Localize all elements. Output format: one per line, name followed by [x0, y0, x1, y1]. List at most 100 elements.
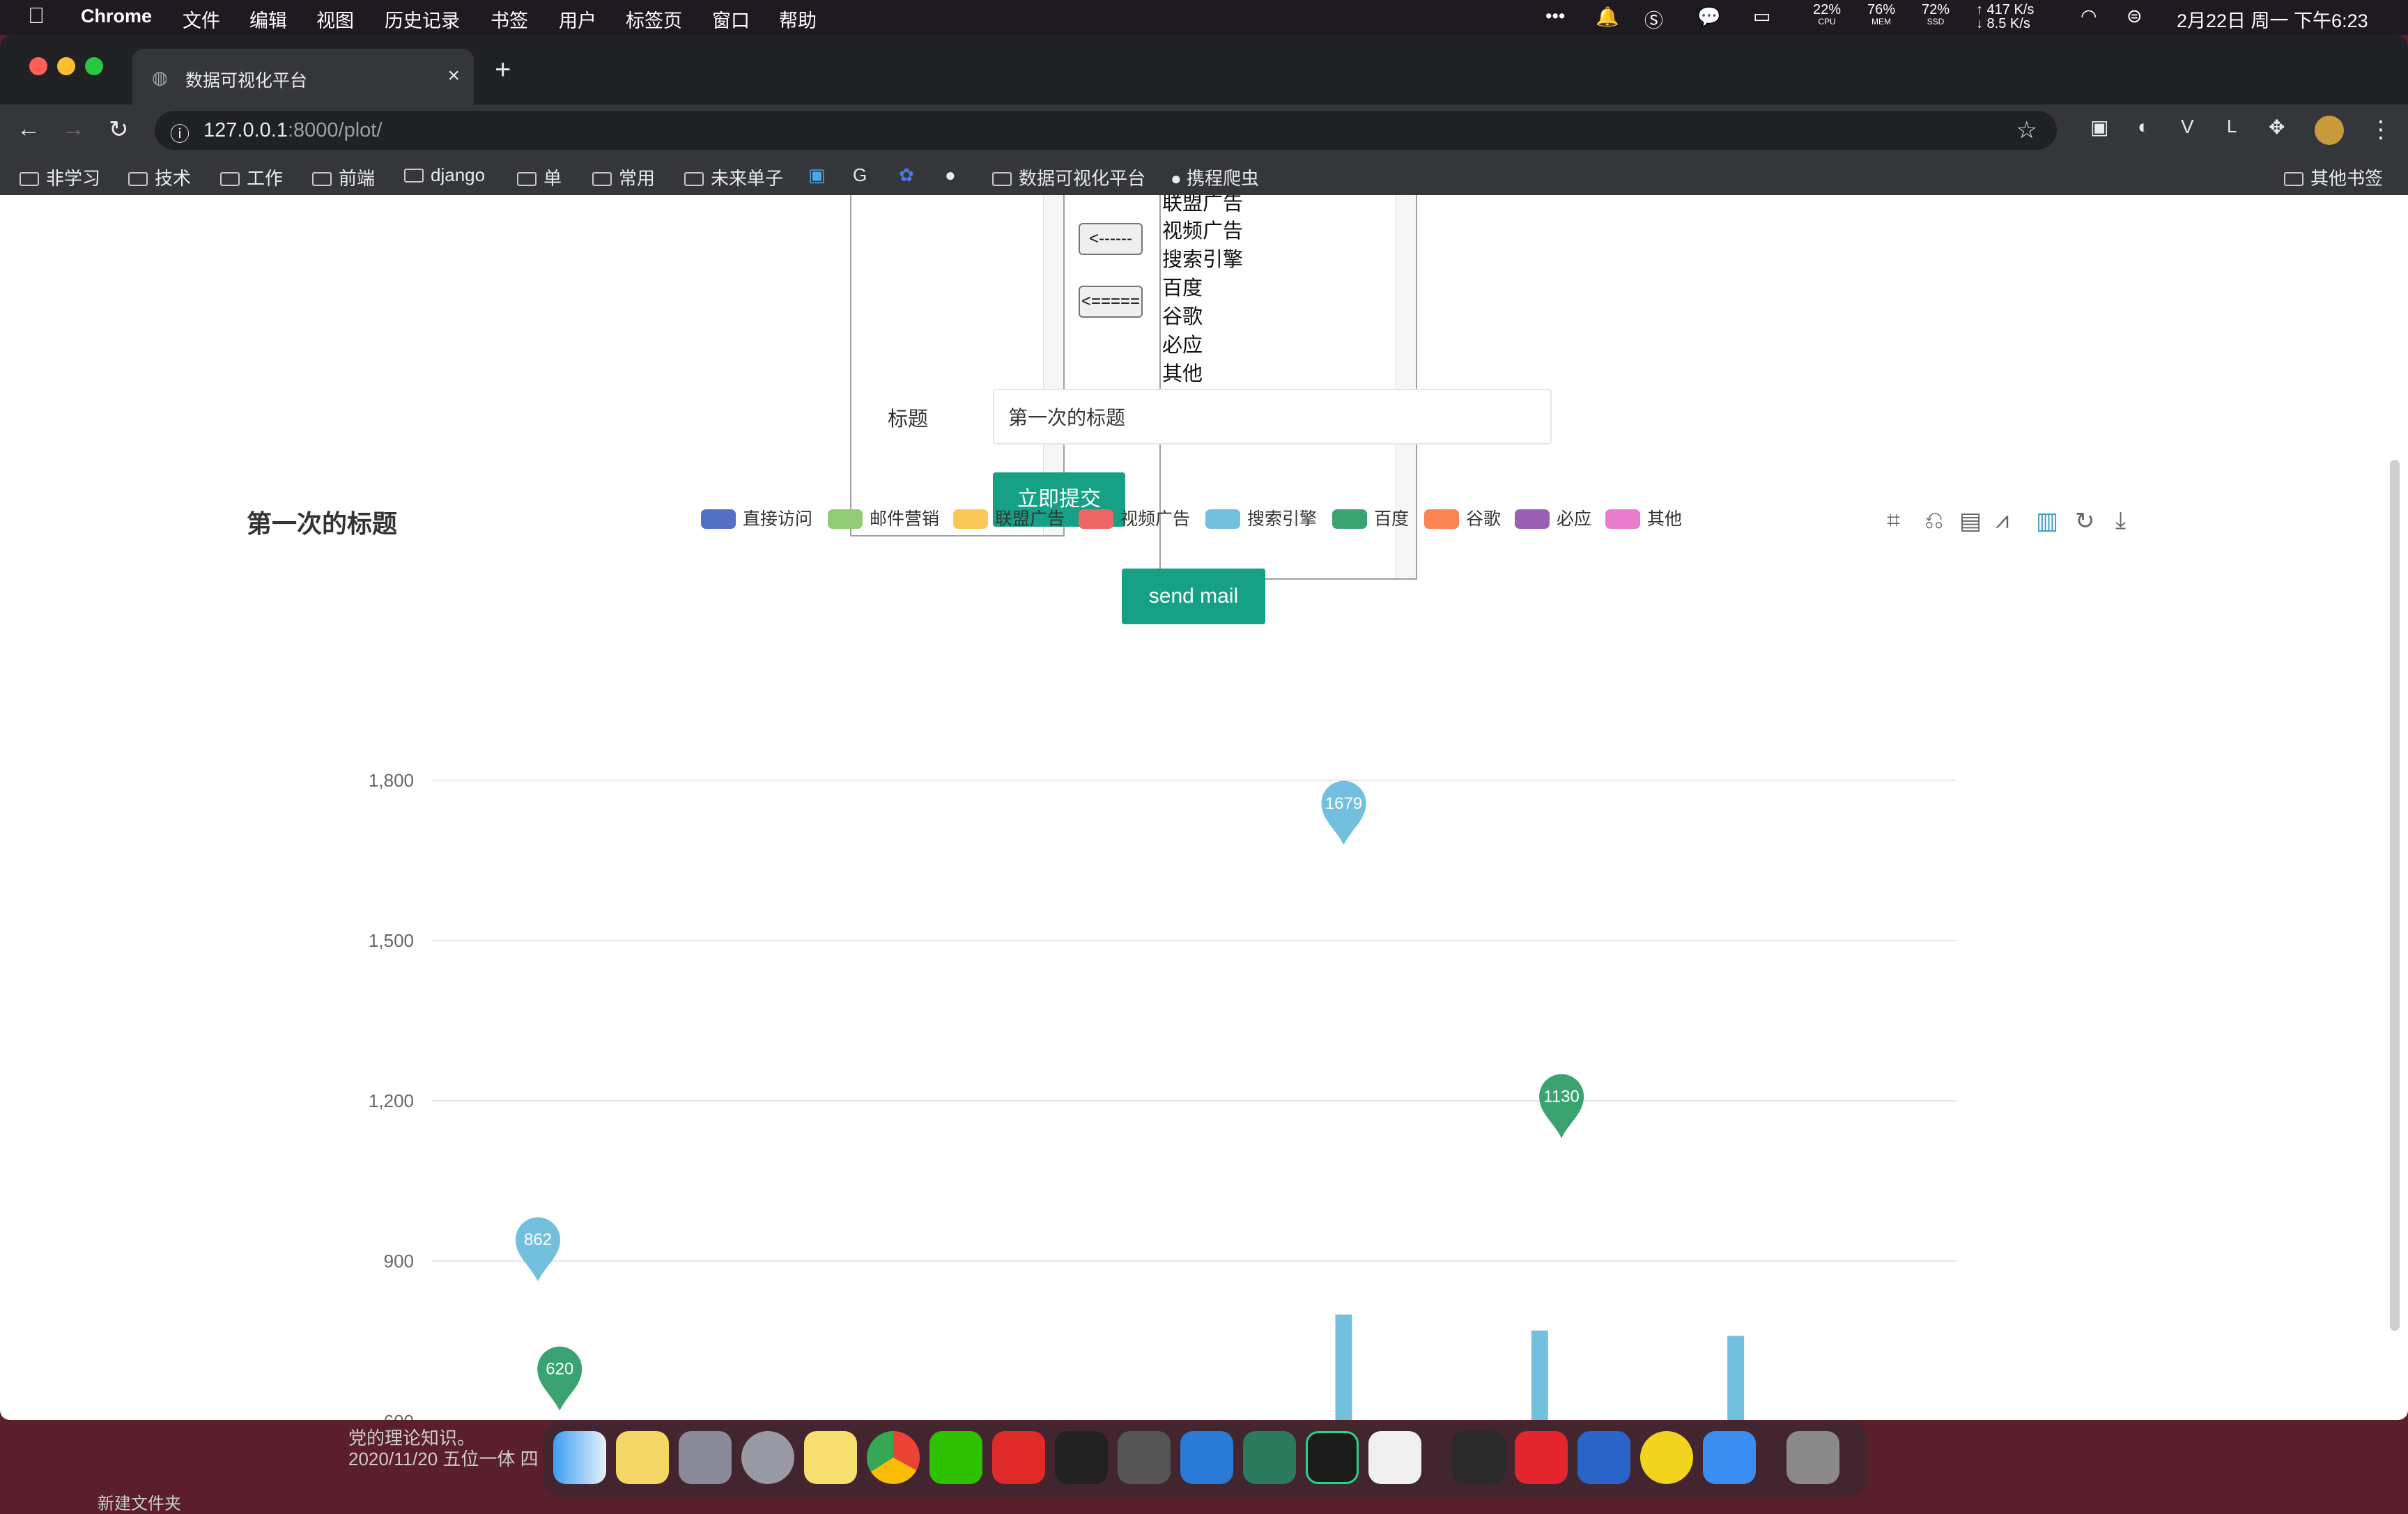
folder-icon [592, 172, 612, 186]
menu-edit[interactable]: 编辑 [249, 6, 287, 33]
youdao-icon[interactable] [1515, 1431, 1568, 1484]
bell-icon[interactable]: 🔔 [1596, 6, 1619, 28]
qq-icon[interactable] [1055, 1431, 1108, 1484]
ei-icon[interactable] [1118, 1431, 1171, 1484]
vscode-icon[interactable] [1180, 1431, 1233, 1484]
folder-icon [992, 172, 1012, 186]
y-tick-label: 1,800 [369, 770, 414, 791]
mem-stat: 76% MEM [1867, 2, 1896, 26]
tab-title: 数据可视化平台 [185, 71, 308, 91]
profile-avatar[interactable] [2315, 116, 2344, 145]
app-f-icon[interactable] [1577, 1431, 1630, 1484]
bookmark-folder[interactable]: 未来单子 [684, 164, 783, 190]
menu-file[interactable]: 文件 [183, 6, 220, 33]
bookmark-folder[interactable]: django [404, 164, 485, 186]
address-bar[interactable]: ⓘ 127.0.0.1:8000/plot/ ☆ [155, 111, 2057, 150]
menu-view[interactable]: 视图 [316, 6, 354, 33]
terminal-icon[interactable] [1452, 1431, 1505, 1484]
menu-tabs[interactable]: 标签页 [626, 6, 682, 33]
folder-icon [20, 172, 39, 186]
close-tab-icon[interactable]: × [447, 64, 460, 88]
extension-circle-icon[interactable]: ◐ [2138, 116, 2150, 138]
chrome-icon[interactable] [867, 1431, 920, 1484]
menu-window[interactable]: 窗口 [712, 6, 750, 33]
page-scrollbar[interactable] [2390, 460, 2400, 1331]
close-window-button[interactable] [29, 57, 47, 75]
info-icon[interactable]: ⓘ [170, 119, 190, 147]
back-icon[interactable]: ← [17, 116, 40, 143]
max-marker-pin[interactable]: 620 [537, 1346, 582, 1411]
mac-menubar:  Chrome 文件 编辑 视图 历史记录 书签 用户 标签页 窗口 帮助 •… [0, 0, 2408, 35]
max-marker-pin[interactable]: 862 [516, 1217, 560, 1282]
mail-icon[interactable] [1703, 1431, 1756, 1484]
extension-l-icon[interactable]: L [2227, 116, 2237, 137]
app-name[interactable]: Chrome [81, 6, 152, 27]
page-content: <------ <===== 联盟广告 视频广告 搜索引擎 百度 谷歌 必应 其… [0, 195, 2408, 1420]
wifi-icon[interactable]: ◠ [2081, 6, 2097, 27]
battery-icon[interactable]: ▭ [1753, 6, 1771, 27]
apple-icon[interactable]:  [28, 3, 45, 29]
max-marker-pin[interactable]: 1679 [1321, 780, 1366, 845]
forward-icon[interactable]: → [61, 116, 85, 143]
extension-v-icon[interactable]: V [2181, 116, 2194, 138]
wps-icon[interactable] [992, 1431, 1045, 1484]
y-tick-label: 900 [384, 1251, 414, 1272]
bilibili-icon[interactable]: ▣ [808, 164, 826, 186]
system-preferences-icon[interactable] [741, 1431, 794, 1484]
bookmark-github[interactable]: ● 携程爬虫 [1171, 164, 1259, 190]
bookmark-folder[interactable]: 工作 [220, 164, 283, 190]
minimize-window-button[interactable] [57, 57, 75, 75]
bar[interactable] [1727, 1336, 1745, 1420]
folder-icon [404, 169, 424, 183]
github-icon[interactable]: ● [945, 164, 956, 186]
marker-label: 1130 [1543, 1088, 1580, 1106]
pycharm-icon[interactable] [1306, 1431, 1359, 1484]
folder-icon [684, 172, 704, 186]
google-icon[interactable]: G [853, 164, 867, 186]
clock[interactable]: 2月22日 周一 下午6:23 [2177, 6, 2368, 33]
menu-help[interactable]: 帮助 [779, 6, 817, 33]
bookmark-folder[interactable]: 前端 [312, 164, 375, 190]
bar[interactable] [1335, 1314, 1352, 1420]
app-s-icon[interactable]: Ⓢ [1644, 6, 1663, 33]
bar[interactable] [1531, 1330, 1548, 1420]
menu-bookmarks[interactable]: 书签 [491, 6, 528, 33]
bookmark-folder[interactable]: 单 [517, 164, 562, 190]
tab-active[interactable]: ◍ 数据可视化平台 × [132, 49, 474, 105]
y-tick-label: 1,500 [369, 930, 414, 951]
wechat-icon[interactable]: 💬 [1697, 6, 1721, 28]
zoom-window-button[interactable] [85, 57, 103, 75]
finder-icon[interactable] [553, 1431, 606, 1484]
bookmark-folder[interactable]: 技术 [128, 164, 191, 190]
background-text: 新建文件夹 [98, 1494, 181, 1513]
bookmark-folder[interactable]: 常用 [592, 164, 655, 190]
menu-history[interactable]: 历史记录 [385, 6, 460, 33]
baidu-icon[interactable]: ✿ [899, 164, 914, 186]
folder-icon [2284, 172, 2303, 186]
launchpad-icon[interactable] [679, 1431, 732, 1484]
control-center-icon[interactable]: ⊜ [2127, 6, 2143, 27]
more-icon[interactable]: ••• [1545, 6, 1565, 27]
trash-icon[interactable] [1786, 1431, 1839, 1484]
stickies-icon[interactable] [616, 1431, 669, 1484]
wechat-icon[interactable] [929, 1431, 982, 1484]
typora-icon[interactable] [1368, 1431, 1421, 1484]
extension-reader-icon[interactable]: ▣ [2090, 116, 2108, 139]
notes-icon[interactable] [804, 1431, 857, 1484]
music-icon[interactable] [1640, 1431, 1693, 1484]
new-tab-icon[interactable]: + [495, 54, 511, 86]
marker-label: 620 [546, 1360, 573, 1379]
bookmark-folder[interactable]: 非学习 [20, 164, 100, 190]
menu-kebab-icon[interactable]: ⋮ [2369, 116, 2393, 144]
extensions-puzzle-icon[interactable]: ✥ [2269, 116, 2285, 139]
app-icon[interactable] [1243, 1431, 1296, 1484]
menu-users[interactable]: 用户 [559, 6, 596, 33]
globe-icon: ◍ [152, 67, 168, 88]
y-tick-label: 600 [384, 1411, 414, 1420]
reload-icon[interactable]: ↻ [109, 116, 129, 144]
other-bookmarks[interactable]: 其他书签 [2284, 164, 2383, 190]
max-marker-pin[interactable]: 1130 [1539, 1074, 1584, 1138]
star-icon[interactable]: ☆ [2016, 116, 2037, 144]
bookmark-folder[interactable]: 数据可视化平台 [992, 164, 1145, 190]
browser-window: ◍ 数据可视化平台 × + ← → ↻ ⓘ 127.0.0.1:8000/plo… [0, 35, 2408, 195]
